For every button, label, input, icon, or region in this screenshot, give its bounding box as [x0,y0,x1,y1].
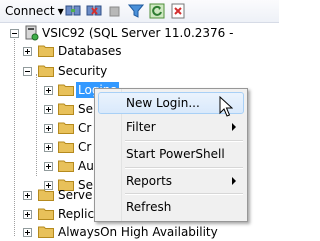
tree-node-security-child[interactable]: Se [0,100,94,118]
expand-icon[interactable] [23,191,32,200]
folder-icon [58,103,74,115]
submenu-arrow-icon [232,177,236,185]
node-label: Serve [58,188,93,202]
filter-icon[interactable] [128,3,144,19]
tree-node-security[interactable]: Security [0,62,279,80]
refresh-icon[interactable] [149,3,165,19]
expand-icon[interactable] [23,228,32,237]
collapse-icon[interactable] [23,67,32,76]
node-label: Cr [78,140,92,154]
menu-item-label: Start PowerShell [126,147,225,161]
connect-object-explorer-icon[interactable] [65,3,81,19]
menu-item-label: Filter [126,120,156,134]
node-label: Se [78,102,93,116]
folder-icon [58,122,74,134]
expand-icon[interactable] [23,47,32,56]
menu-item-filter[interactable]: Filter [98,116,244,138]
stop-icon[interactable] [107,3,123,19]
folder-icon [38,189,54,201]
folder-icon [38,45,54,57]
expand-icon[interactable] [44,105,53,114]
node-label: Au [78,159,94,173]
connect-button[interactable]: Connect ▼ [3,3,66,19]
connect-label: Connect [5,4,55,18]
object-explorer-toolbar: Connect ▼ [0,0,279,23]
expand-icon[interactable] [44,162,53,171]
menu-item-reports[interactable]: Reports [98,170,244,192]
expand-icon[interactable] [44,86,53,95]
menu-item-refresh[interactable]: Refresh [98,196,244,218]
folder-icon [58,141,74,153]
menu-item-label: Reports [126,174,173,188]
node-label: Databases [58,44,122,58]
folder-icon [58,160,74,172]
folder-icon [38,226,54,238]
expand-icon[interactable] [44,124,53,133]
menu-separator [125,167,243,169]
menu-separator [125,193,243,195]
server-label: VSIC92 (SQL Server 11.0.2376 - [42,26,234,40]
server-icon [25,25,39,41]
folder-open-icon [38,65,54,77]
folder-icon [58,84,74,96]
submenu-arrow-icon [232,123,236,131]
menu-separator [125,140,243,142]
node-label: Cr [78,121,92,135]
chevron-down-icon: ▼ [57,7,64,16]
tree-node-security-child[interactable]: Cr [0,119,94,137]
node-label: AlwaysOn High Availability [58,225,218,239]
tree-node-security-child[interactable]: Cr [0,138,94,156]
folder-icon [38,208,54,220]
menu-item-label: Refresh [126,200,172,214]
disconnect-icon[interactable] [86,3,102,19]
tree-node-server-objects[interactable]: Serve [0,186,94,204]
expand-icon[interactable] [44,143,53,152]
node-label: Security [58,64,108,78]
menu-item-label: New Login... [126,96,200,110]
mouse-cursor-icon [219,96,233,117]
collapse-icon[interactable] [10,29,19,38]
expand-icon[interactable] [23,210,32,219]
tree-node-alwayson[interactable]: AlwaysOn High Availability [0,223,279,241]
menu-item-start-powershell[interactable]: Start PowerShell [98,143,244,165]
tree-node-server[interactable]: VSIC92 (SQL Server 11.0.2376 - [0,24,279,42]
tree-node-replication[interactable]: Replic [0,205,94,223]
node-label: Replic [58,207,95,221]
tree-node-databases[interactable]: Databases [0,42,279,60]
object-explorer-details-icon[interactable] [170,3,186,19]
tree-node-security-child[interactable]: Au [0,157,94,175]
